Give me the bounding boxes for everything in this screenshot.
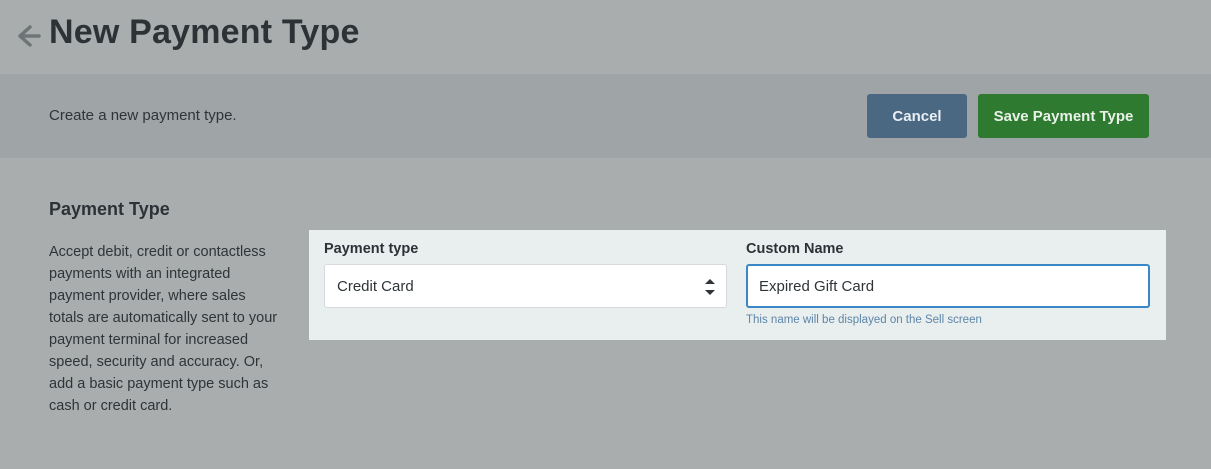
page-description: Create a new payment type.: [49, 107, 237, 124]
section-description: Accept debit, credit or contactless paym…: [49, 244, 278, 414]
cancel-button-label: Cancel: [892, 107, 942, 125]
save-payment-type-button[interactable]: Save Payment Type: [978, 94, 1149, 138]
select-arrows-icon: [704, 276, 716, 298]
section-heading: Payment Type: [49, 199, 170, 219]
payment-type-form: Payment type Credit Card Custom Name Thi…: [309, 230, 1166, 340]
action-bar: Create a new payment type. Cancel Save P…: [0, 74, 1211, 158]
custom-name-input[interactable]: [746, 264, 1150, 308]
payment-type-selected-value: Credit Card: [337, 278, 414, 295]
cancel-button[interactable]: Cancel: [867, 94, 967, 138]
payment-type-select[interactable]: Credit Card: [324, 264, 727, 308]
custom-name-hint: This name will be displayed on the Sell …: [746, 314, 982, 326]
arrow-left-icon[interactable]: [14, 22, 42, 50]
page-header: New Payment Type: [0, 0, 1211, 74]
custom-name-label: Custom Name: [746, 241, 844, 257]
payment-type-label: Payment type: [324, 241, 419, 257]
page-title: New Payment Type: [49, 13, 360, 51]
save-button-label: Save Payment Type: [993, 107, 1134, 125]
